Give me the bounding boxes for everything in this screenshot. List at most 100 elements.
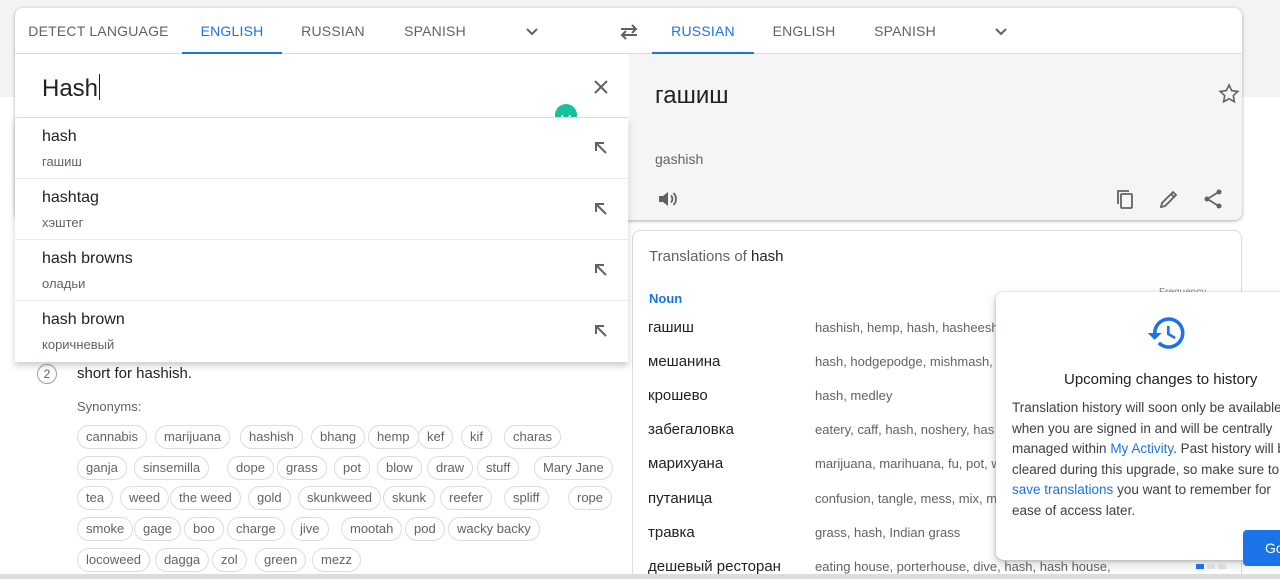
source-lang-detect[interactable]: DETECT LANGUAGE (15, 8, 182, 54)
synonym-chip[interactable]: tea (77, 486, 114, 510)
synonym-chip[interactable]: hashish (240, 425, 303, 449)
translation-synonyms: hash, medley (815, 388, 893, 403)
got-it-button[interactable]: Got it (1243, 530, 1280, 566)
suggestion-item[interactable]: hashtag хэштег (15, 179, 628, 240)
source-text-input[interactable]: Hash (15, 54, 628, 126)
synonym-chip[interactable]: kef (418, 425, 454, 449)
translation-synonyms: eatery, caff, hash, noshery, has (815, 422, 995, 437)
suggestion-translation: гашиш (42, 154, 82, 169)
text-caret (99, 74, 101, 100)
history-icon (1147, 317, 1185, 349)
synonym-chip[interactable]: green (255, 548, 307, 572)
arrow-up-left-icon[interactable] (591, 138, 611, 158)
star-icon[interactable] (1217, 82, 1241, 106)
target-lang-russian[interactable]: RUSSIAN (652, 8, 754, 54)
transliteration: gashish (655, 151, 704, 167)
target-more-languages-icon[interactable] (989, 20, 1013, 44)
arrow-up-left-icon[interactable] (591, 321, 611, 341)
synonym-chip[interactable]: reefer (440, 486, 492, 510)
synonym-chip[interactable]: skunk (383, 486, 435, 510)
synonym-chip[interactable]: pod (405, 517, 445, 541)
synonym-chip[interactable]: smoke (77, 517, 134, 541)
translation-word: крошево (648, 387, 708, 404)
translation-output-pane: гашиш gashish (629, 54, 1242, 220)
popup-body: Translation history will soon only be av… (1012, 400, 1280, 518)
translation-word: гашиш (648, 319, 694, 336)
synonym-chip[interactable]: rope (568, 486, 613, 510)
synonym-chip[interactable]: boo (184, 517, 224, 541)
translation-synonyms: eating house, porterhouse, dive, hash, h… (815, 559, 1111, 574)
synonym-chip[interactable]: grass (277, 456, 327, 480)
synonym-chip[interactable]: cannabis (77, 425, 148, 449)
synonym-chip[interactable]: hemp (368, 425, 419, 449)
suggestion-item[interactable]: hash browns оладьи (15, 240, 628, 301)
source-lang-russian[interactable]: RUSSIAN (282, 8, 384, 54)
source-lang-spanish[interactable]: SPANISH (384, 8, 486, 54)
source-more-languages-icon[interactable] (520, 20, 544, 44)
suggestion-item[interactable]: hash гашиш (15, 118, 628, 179)
synonym-chip[interactable]: ganja (77, 456, 127, 480)
synonym-chip[interactable]: gold (248, 486, 291, 510)
synonym-chip[interactable]: skunkweed (298, 486, 382, 510)
arrow-up-left-icon[interactable] (591, 199, 611, 219)
suggestion-translation: хэштег (42, 215, 84, 230)
synonym-chip[interactable]: locoweed (77, 548, 150, 572)
synonym-chip[interactable]: dope (227, 456, 274, 480)
synonym-chip[interactable]: draw (427, 456, 474, 480)
translation-synonyms: hashish, hemp, hash, hasheesh (815, 320, 999, 335)
synonyms-label: Synonyms: (77, 399, 142, 414)
translation-word: путаница (648, 490, 713, 507)
synonym-chip[interactable]: jive (291, 517, 329, 541)
suggestion-item[interactable]: hash brown коричневый (15, 301, 628, 362)
synonym-chip[interactable]: marijuana (155, 425, 231, 449)
source-text[interactable]: Hash (42, 74, 101, 103)
copy-icon[interactable] (1113, 187, 1137, 211)
synonym-chip[interactable]: wacky backy (448, 517, 540, 541)
synonym-chip[interactable]: dagga (155, 548, 210, 572)
suggestion-word: hash browns (42, 250, 133, 267)
synonym-chip[interactable]: bhang (311, 425, 366, 449)
definition-text: short for hashish. (77, 365, 193, 382)
suggestions-dropdown: hash гашиш hashtag хэштег hash browns ол… (15, 117, 628, 362)
synonym-chip[interactable]: sinsemilla (134, 456, 210, 480)
translation-synonyms: hash, hodgepodge, mishmash, (815, 354, 993, 369)
translation-word: мешанина (648, 353, 721, 370)
source-lang-english[interactable]: ENGLISH (182, 8, 282, 54)
translation-synonyms: confusion, tangle, mess, mix, m (815, 491, 998, 506)
synonym-chip[interactable]: zol (212, 548, 247, 572)
translation-output: гашиш (655, 82, 729, 109)
speaker-icon[interactable] (655, 187, 679, 211)
synonym-chip[interactable]: Mary Jane (534, 456, 613, 480)
suggestion-word: hashtag (42, 189, 99, 206)
arrow-up-left-icon[interactable] (591, 260, 611, 280)
synonym-chip[interactable]: pot (334, 456, 371, 480)
synonym-chip[interactable]: gage (134, 517, 181, 541)
share-icon[interactable] (1201, 187, 1225, 211)
pager-dots-icon (1196, 564, 1226, 569)
synonym-chip[interactable]: stuff (477, 456, 520, 480)
swap-languages-icon[interactable] (617, 20, 641, 44)
synonym-chip[interactable]: weed (120, 486, 170, 510)
edit-pencil-icon[interactable] (1157, 187, 1181, 211)
synonym-chip[interactable]: mootah (341, 517, 403, 541)
my-activity-link[interactable]: My Activity (1110, 441, 1173, 456)
translation-synonyms: marijuana, marihuana, fu, pot, w (815, 456, 1001, 471)
synonym-chip[interactable]: charas (504, 425, 562, 449)
synonym-chip[interactable]: the weed (170, 486, 241, 510)
translation-synonyms: grass, hash, Indian grass (815, 525, 961, 540)
synonym-chip[interactable]: mezz (312, 548, 362, 572)
history-changes-popup: Upcoming changes to history Translation … (996, 292, 1280, 569)
bottom-scroll-strip (0, 574, 1280, 579)
translation-word: дешевый ресторан (648, 558, 781, 575)
synonym-chip[interactable]: charge (227, 517, 285, 541)
translation-word: марихуана (648, 455, 724, 472)
suggestion-translation: оладьи (42, 276, 86, 291)
save-translations-link[interactable]: save translations (1012, 482, 1113, 497)
target-lang-english[interactable]: ENGLISH (754, 8, 854, 54)
translation-word: травка (648, 524, 695, 541)
synonym-chip[interactable]: kif (461, 425, 492, 449)
synonym-chip[interactable]: blow (377, 456, 422, 480)
synonym-chip[interactable]: spliff (504, 486, 549, 510)
target-lang-spanish[interactable]: SPANISH (854, 8, 956, 54)
clear-source-icon[interactable] (589, 75, 613, 99)
